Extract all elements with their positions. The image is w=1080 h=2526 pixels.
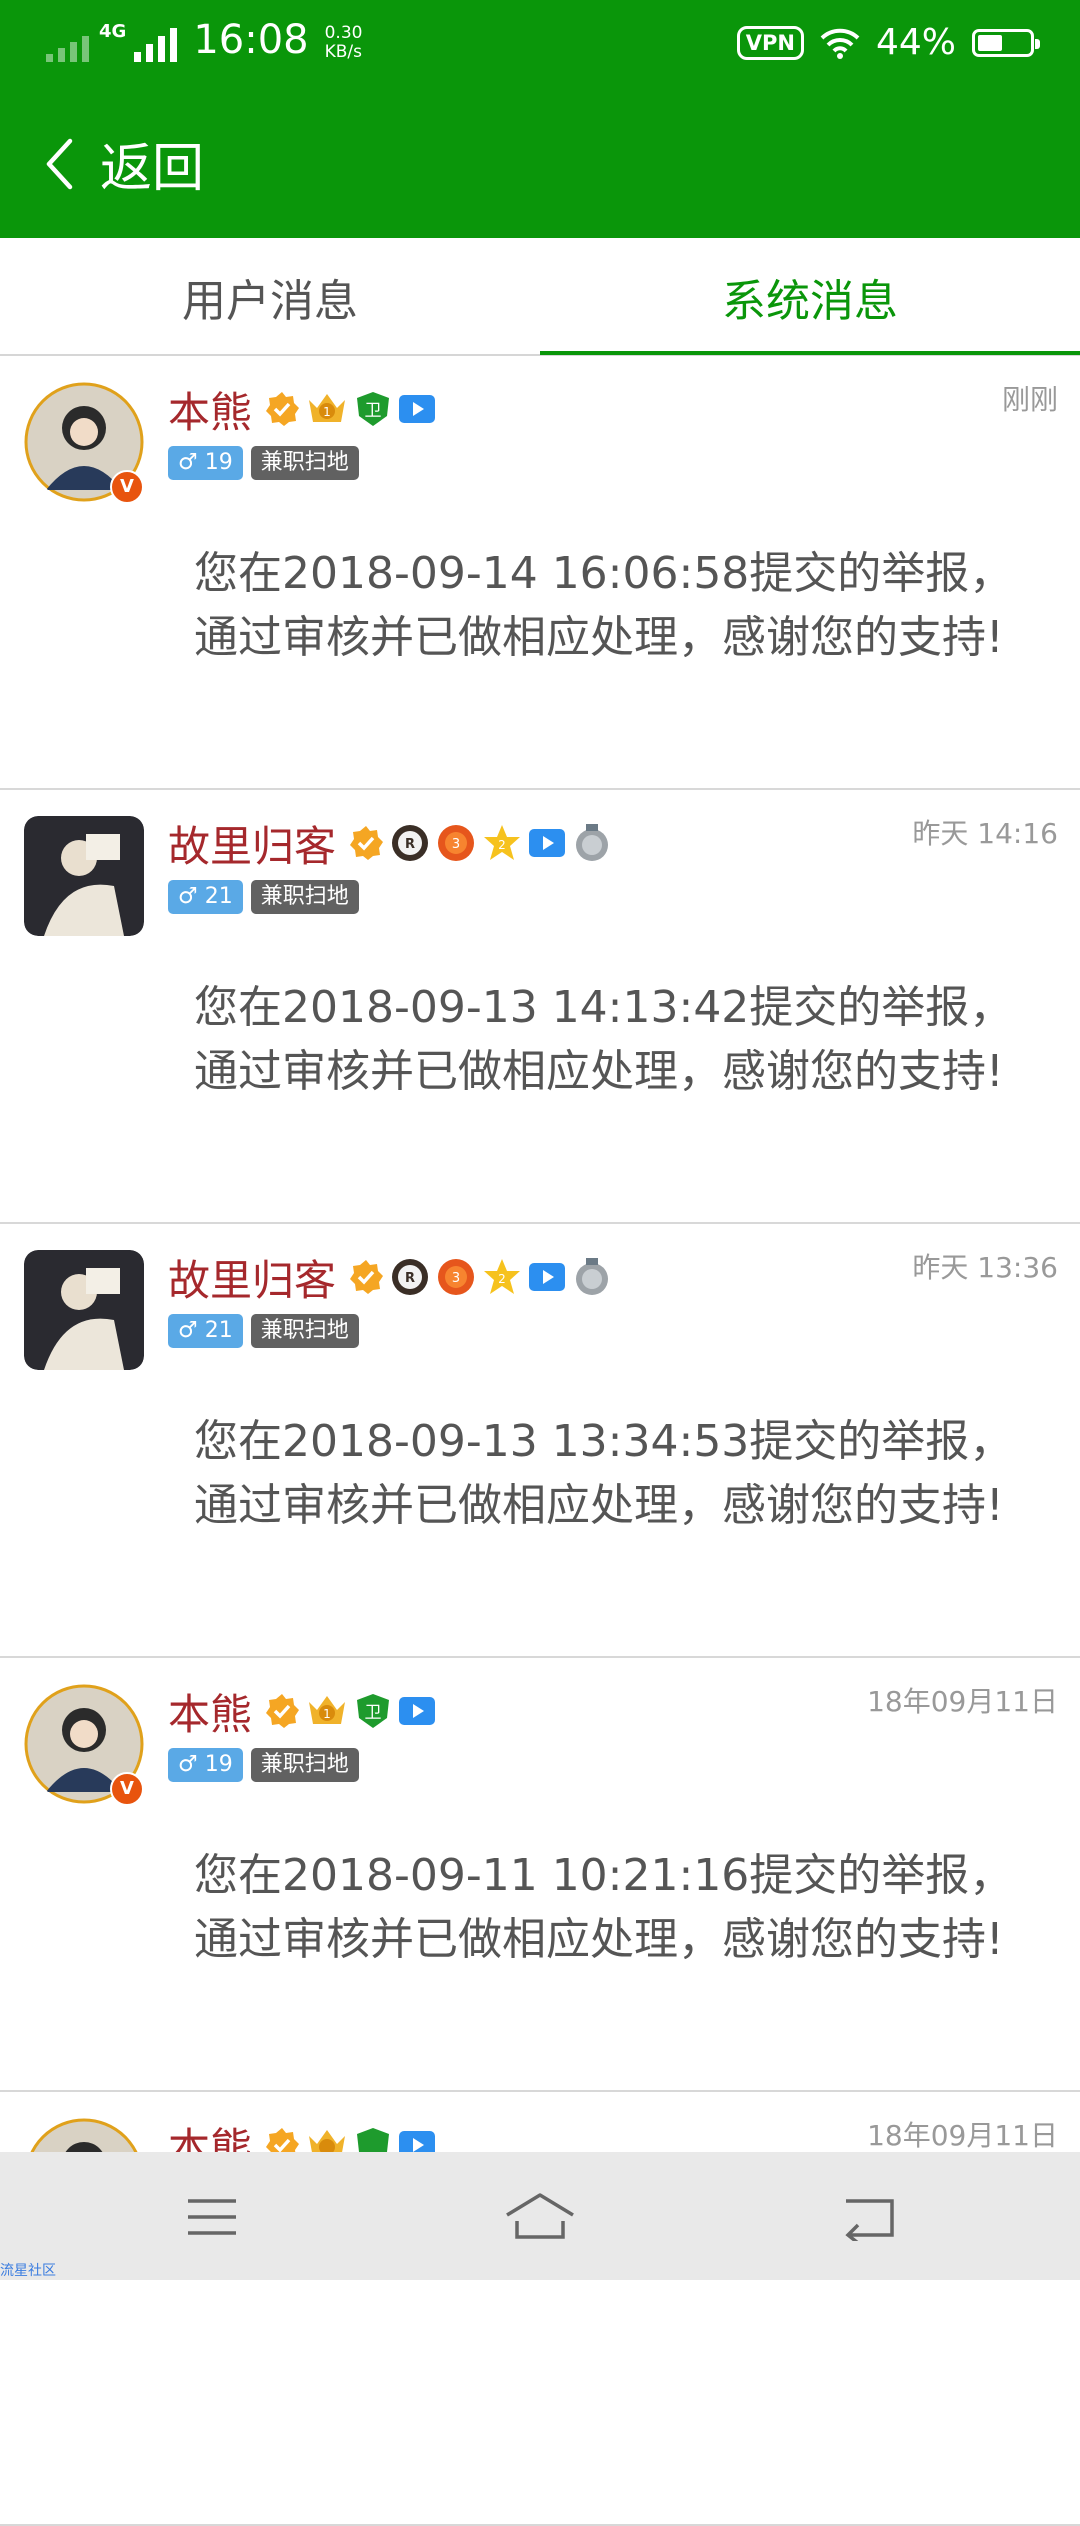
- app-bar: 返回: [0, 86, 1080, 238]
- message-time: 18年09月11日: [867, 2119, 1058, 2152]
- tab-indicator: [540, 351, 1080, 355]
- system-nav-bar: 流星社区: [0, 2152, 1080, 2280]
- svg-text:R: R: [405, 1271, 415, 1286]
- svg-text:卫: 卫: [365, 1703, 382, 1723]
- team-logo-icon: R: [392, 1259, 429, 1295]
- guard-badge-icon: 卫: [357, 1694, 390, 1728]
- username[interactable]: 本熊: [168, 1681, 252, 1742]
- signal-icon-sim2: [134, 22, 178, 62]
- svg-text:卫: 卫: [365, 401, 382, 421]
- team-logo-icon: R: [392, 825, 429, 861]
- message-time: 昨天 13:36: [912, 1251, 1058, 1284]
- menu-button[interactable]: [172, 2182, 252, 2252]
- svg-text:3: 3: [452, 1271, 460, 1286]
- message-text: 您在2018-09-13 13:34:53提交的举报，通过审核并已做相应处理，感…: [194, 1416, 1014, 1531]
- rank-crown-icon: 1: [309, 1696, 346, 1724]
- role-tag: 兼职扫地: [250, 880, 359, 914]
- message-time: 刚刚: [1001, 383, 1058, 416]
- role-tag: 兼职扫地: [250, 446, 359, 480]
- user-tags: ♂ 19 兼职扫地: [168, 446, 359, 480]
- verified-icon: [350, 826, 384, 860]
- menu-icon: [188, 2199, 236, 2235]
- video-icon: [399, 395, 436, 423]
- guard-badge-icon: 卫: [357, 392, 390, 426]
- avatar[interactable]: V: [24, 1684, 144, 1806]
- level-medal-icon: 3: [438, 1259, 475, 1295]
- signal-icon-sim1: [46, 22, 89, 62]
- star-badge-icon: 2: [484, 1259, 521, 1294]
- star-badge-icon: 2: [484, 825, 521, 860]
- status-bar: 4G 16:08 0.30 KB/s VPN 44%: [0, 0, 1080, 86]
- clock: 16:08: [193, 17, 309, 63]
- watermark: 流星社区: [0, 2263, 56, 2279]
- verified-icon: [266, 392, 300, 426]
- wifi-icon: [820, 28, 860, 59]
- svg-text:1: 1: [323, 1707, 331, 1721]
- user-tags: ♂ 21 兼职扫地: [168, 1314, 359, 1348]
- video-icon: [529, 829, 566, 857]
- gender-age-tag: ♂ 19: [168, 1748, 243, 1782]
- back-button[interactable]: 返回: [44, 126, 204, 201]
- user-tags: ♂ 21 兼职扫地: [168, 880, 359, 914]
- message-text: 您在2018-09-11 10:21:16提交的举报，通过审核并已做相应处理，感…: [194, 1850, 1014, 1965]
- role-tag: 兼职扫地: [250, 1314, 359, 1348]
- svg-text:2: 2: [498, 1272, 506, 1286]
- username[interactable]: 故里归客: [168, 813, 336, 874]
- gender-age-tag: ♂ 19: [168, 446, 243, 480]
- avatar[interactable]: [24, 1250, 144, 1370]
- silver-medal-icon: [576, 1258, 609, 1295]
- home-button[interactable]: [500, 2182, 580, 2252]
- vpn-icon: VPN: [736, 25, 804, 60]
- speed-value: 0.30: [324, 23, 363, 43]
- svg-text:1: 1: [323, 405, 331, 419]
- list-item[interactable]: V 本熊 1 卫 ♂ 19 兼职扫地 刚刚 您在2018-09-14 16:06…: [0, 356, 1080, 790]
- speed-unit: KB/s: [324, 42, 362, 62]
- name-row: 本熊 1 卫: [168, 384, 436, 437]
- verified-icon: [350, 1260, 384, 1294]
- svg-text:2: 2: [498, 838, 506, 852]
- message-time: 18年09月11日: [867, 1685, 1058, 1718]
- gender-age-tag: ♂ 21: [168, 1314, 243, 1348]
- gender-age-tag: ♂ 21: [168, 880, 243, 914]
- user-tags: ♂ 19 兼职扫地: [168, 1748, 359, 1782]
- top-bar: 4G 16:08 0.30 KB/s VPN 44% 返回: [0, 0, 1080, 238]
- list-item[interactable]: 故里归客 R 3 2 ♂ 21 兼职扫地 昨天 14:16 您在2018-09-…: [0, 790, 1080, 1224]
- back-nav-button[interactable]: [830, 2182, 910, 2252]
- name-row: 故里归客 R 3 2: [168, 1252, 612, 1305]
- video-icon: [399, 1697, 436, 1725]
- role-tag: 兼职扫地: [250, 1748, 359, 1782]
- username[interactable]: 本熊: [168, 379, 252, 440]
- list-item[interactable]: V 本熊 1 卫 ♂ 19 兼职扫地 18年09月11日 您在2018-09-1…: [0, 1658, 1080, 2092]
- username[interactable]: 故里归客: [168, 1247, 336, 1308]
- name-row: 本熊 1 卫: [168, 1686, 436, 1739]
- back-label: 返回: [100, 139, 205, 199]
- video-icon: [529, 1263, 566, 1291]
- name-row: 故里归客 R 3 2: [168, 818, 612, 871]
- message-tabs: 用户消息 系统消息: [0, 238, 1080, 356]
- message-time: 昨天 14:16: [912, 817, 1058, 850]
- chevron-left-icon: [46, 138, 73, 189]
- tab-system-messages[interactable]: 系统消息: [540, 238, 1080, 356]
- list-item[interactable]: 故里归客 R 3 2 ♂ 21 兼职扫地 昨天 13:36 您在2018-09-…: [0, 1224, 1080, 1658]
- svg-text:R: R: [405, 837, 415, 852]
- verified-v-badge: V: [110, 1772, 144, 1806]
- avatar[interactable]: [24, 816, 144, 936]
- tab-user-messages[interactable]: 用户消息: [0, 238, 540, 356]
- message-text: 您在2018-09-14 16:06:58提交的举报，通过审核并已做相应处理，感…: [194, 548, 1014, 663]
- svg-text:3: 3: [452, 837, 460, 852]
- network-speed: 0.30 KB/s: [325, 24, 363, 62]
- home-icon: [506, 2193, 574, 2239]
- silver-medal-icon: [576, 824, 609, 861]
- level-medal-icon: 3: [438, 825, 475, 861]
- message-text: 您在2018-09-13 14:13:42提交的举报，通过审核并已做相应处理，感…: [194, 982, 1014, 1097]
- network-type: 4G: [99, 21, 127, 42]
- battery-percent: 44%: [875, 22, 956, 63]
- battery-icon: [972, 28, 1040, 57]
- verified-icon: [266, 1694, 300, 1728]
- back-icon: [845, 2199, 894, 2241]
- verified-v-badge: V: [110, 470, 144, 504]
- avatar[interactable]: V: [24, 382, 144, 504]
- rank-crown-icon: 1: [309, 394, 346, 422]
